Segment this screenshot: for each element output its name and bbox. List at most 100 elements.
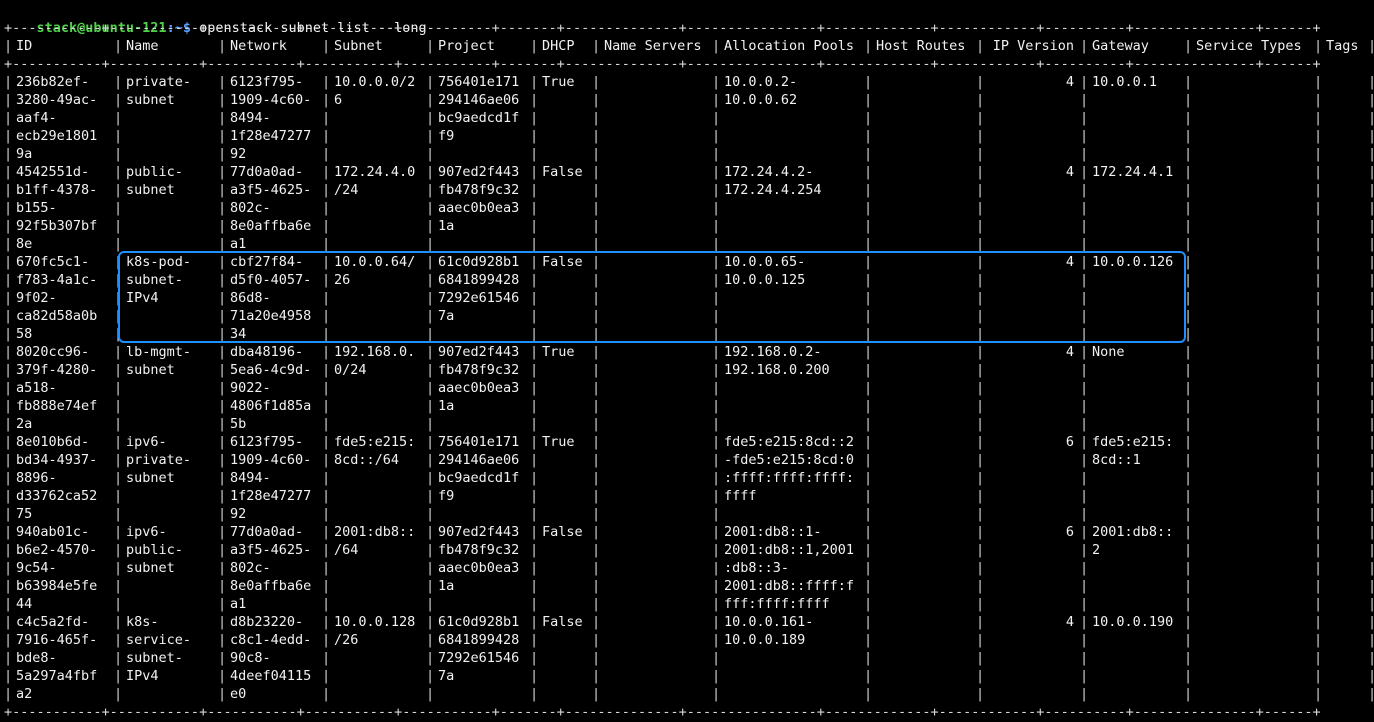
- cell-dhcp: False: [542, 164, 583, 180]
- column-divider: |: [114, 452, 123, 468]
- column-divider: |: [114, 416, 123, 432]
- cell-subnet: /26: [334, 632, 359, 648]
- column-divider: |: [218, 560, 227, 576]
- column-divider: |: [976, 146, 985, 162]
- column-header: Allocation Pools: [724, 38, 855, 54]
- column-divider: |: [1314, 380, 1323, 396]
- column-divider: |: [322, 344, 331, 360]
- column-divider: |: [712, 182, 721, 198]
- column-header: DHCP: [542, 38, 575, 54]
- column-divider: |: [530, 542, 539, 558]
- column-divider: |: [4, 632, 13, 648]
- cell-name: subnet: [126, 182, 175, 198]
- column-divider: |: [4, 668, 13, 684]
- column-divider: |: [712, 254, 721, 270]
- column-divider: |: [1080, 236, 1089, 252]
- cell-name: ipv6-: [126, 434, 167, 450]
- column-divider: |: [4, 74, 13, 90]
- column-divider: |: [592, 470, 601, 486]
- column-divider: |: [712, 128, 721, 144]
- cell-network: c8c1-4edd-: [230, 632, 312, 648]
- column-divider: |: [218, 326, 227, 342]
- column-divider: |: [712, 488, 721, 504]
- cell-name: subnet-: [126, 272, 183, 288]
- column-divider: |: [1368, 686, 1374, 702]
- cell-pools: 172.24.4.2-: [724, 164, 814, 180]
- cell-id: f783-4a1c-: [16, 272, 98, 288]
- column-divider: |: [864, 200, 873, 216]
- column-divider: |: [426, 218, 435, 234]
- column-divider: |: [712, 380, 721, 396]
- column-divider: |: [426, 236, 435, 252]
- column-divider: |: [322, 560, 331, 576]
- column-divider: |: [864, 272, 873, 288]
- column-divider: |: [218, 668, 227, 684]
- cell-id: ecb29e1801: [16, 128, 98, 144]
- cell-gateway: 10.0.0.126: [1092, 254, 1174, 270]
- column-divider: |: [712, 542, 721, 558]
- column-divider: |: [976, 38, 985, 54]
- column-divider: |: [1368, 200, 1374, 216]
- column-divider: |: [864, 560, 873, 576]
- column-divider: |: [1184, 236, 1193, 252]
- column-divider: |: [426, 452, 435, 468]
- column-divider: |: [1184, 290, 1193, 306]
- cell-network: 8e0affba6e: [230, 578, 312, 594]
- column-divider: |: [114, 560, 123, 576]
- cell-dhcp: True: [542, 344, 575, 360]
- cell-ip_version: 6: [1065, 524, 1074, 540]
- column-divider: |: [218, 632, 227, 648]
- cell-id: b155-: [16, 200, 57, 216]
- cell-pools: 10.0.0.65-: [724, 254, 806, 270]
- column-divider: |: [864, 38, 873, 54]
- column-divider: |: [426, 110, 435, 126]
- cell-id: 236b82ef-: [16, 74, 90, 90]
- column-divider: |: [4, 290, 13, 306]
- column-divider: |: [530, 146, 539, 162]
- cell-id: 8e010b6d-: [16, 434, 90, 450]
- cell-gateway: 10.0.0.190: [1092, 614, 1174, 630]
- column-divider: |: [322, 92, 331, 108]
- cell-network: 8494-: [230, 110, 271, 126]
- cell-project: 7a: [438, 668, 455, 684]
- column-divider: |: [218, 38, 227, 54]
- column-divider: |: [1314, 74, 1323, 90]
- column-divider: |: [1368, 506, 1374, 522]
- column-divider: |: [1314, 470, 1323, 486]
- cell-subnet: /64: [334, 542, 359, 558]
- column-divider: |: [426, 272, 435, 288]
- column-divider: |: [1368, 416, 1374, 432]
- column-divider: |: [1314, 362, 1323, 378]
- column-divider: |: [114, 272, 123, 288]
- column-divider: |: [530, 164, 539, 180]
- column-divider: |: [1080, 578, 1089, 594]
- column-divider: |: [322, 272, 331, 288]
- cell-name: IPv4: [126, 668, 159, 684]
- column-divider: |: [1080, 110, 1089, 126]
- column-divider: |: [530, 470, 539, 486]
- cell-network: d8b23220-: [230, 614, 304, 630]
- cell-subnet: 8cd::/64: [334, 452, 400, 468]
- column-divider: |: [1184, 452, 1193, 468]
- column-divider: |: [322, 506, 331, 522]
- column-divider: |: [322, 254, 331, 270]
- cell-pools: 2001:db8::ffff:f: [724, 578, 855, 594]
- column-divider: |: [426, 182, 435, 198]
- cell-name: public-: [126, 164, 183, 180]
- cell-subnet: 172.24.4.0: [334, 164, 416, 180]
- cell-ip_version: 4: [1065, 344, 1074, 360]
- column-divider: |: [4, 470, 13, 486]
- cell-name: subnet: [126, 92, 175, 108]
- column-divider: |: [4, 308, 13, 324]
- cell-project: f9: [438, 128, 455, 144]
- terminal-window[interactable]: stack@ubuntu-121:~$ openstack subnet lis…: [4, 0, 1374, 722]
- column-divider: |: [712, 560, 721, 576]
- column-divider: |: [1184, 398, 1193, 414]
- cell-project: 7a: [438, 308, 455, 324]
- column-divider: |: [530, 578, 539, 594]
- column-divider: |: [4, 236, 13, 252]
- column-header: Subnet: [334, 38, 383, 54]
- column-divider: |: [1314, 326, 1323, 342]
- column-divider: |: [426, 542, 435, 558]
- column-divider: |: [592, 632, 601, 648]
